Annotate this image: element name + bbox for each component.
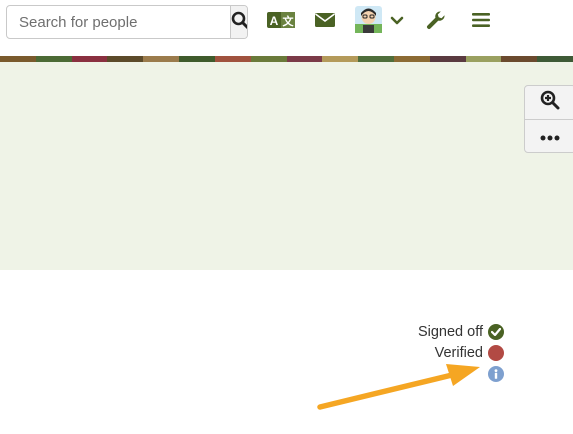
top-navigation: A 文 [0,0,573,56]
info-icon[interactable] [488,365,504,382]
signed-off-label: Signed off [417,323,483,340]
page: A 文 [0,0,573,434]
chevron-down-icon [390,13,404,31]
hamburger-icon [472,12,490,33]
status-dot-icon [488,344,504,361]
svg-text:A: A [270,14,279,28]
more-options-button[interactable] [525,119,573,152]
zoom-in-button[interactable] [525,86,573,119]
header-banner [0,62,573,270]
verified-label: Verified [434,344,483,361]
messages-button[interactable] [314,9,336,35]
search-input[interactable] [7,6,230,38]
avatar [354,6,382,38]
more-options-icon [540,128,560,146]
status-legend: Signed off Verified [418,321,504,384]
search-form [6,5,248,39]
main-menu-button[interactable] [471,9,491,35]
translate-icon: A 文 [267,11,295,34]
wrench-icon [426,10,446,35]
search-button[interactable] [230,6,247,38]
page-tools [524,85,573,153]
user-menu-toggle[interactable] [388,9,406,35]
language-button[interactable]: A 文 [266,9,296,35]
signed-off-status: Signed off [418,321,504,342]
search-icon [231,11,247,34]
info-row [418,363,504,384]
envelope-icon [315,12,335,33]
zoom-in-icon [540,90,560,115]
admin-tools-button[interactable] [425,9,447,35]
svg-text:文: 文 [283,14,295,28]
check-circle-icon [488,323,504,340]
user-menu-button[interactable] [353,6,383,38]
verified-status: Verified [418,342,504,363]
